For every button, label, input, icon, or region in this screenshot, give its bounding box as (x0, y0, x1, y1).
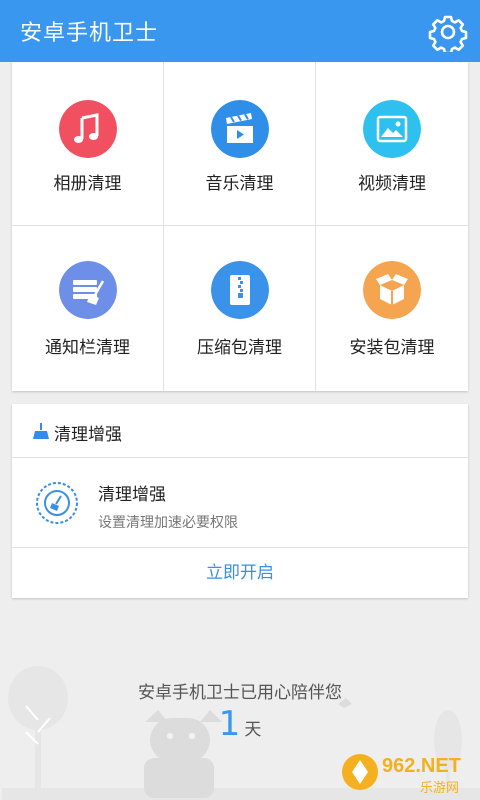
settings-gear-icon[interactable] (428, 12, 468, 52)
grid-item-video-clean[interactable]: 视频清理 (316, 62, 468, 226)
days-counter: 1天 (0, 704, 480, 744)
zip-file-icon (211, 261, 269, 319)
app-title: 安卓手机卫士 (20, 21, 159, 46)
shutter-broom-icon (36, 482, 78, 524)
enhance-item-desc: 设置清理加速必要权限 (98, 515, 238, 531)
enable-now-button[interactable]: 立即开启 (12, 548, 468, 598)
grid-item-zip-clean[interactable]: 压缩包清理 (164, 226, 316, 391)
grid-item-label: 视频清理 (358, 174, 426, 194)
companion-text: 安卓手机卫士已用心陪伴您 (138, 683, 342, 703)
days-unit: 天 (244, 720, 262, 740)
grid-item-album-clean[interactable]: 相册清理 (12, 62, 164, 226)
grid-item-apk-clean[interactable]: 安装包清理 (316, 226, 468, 391)
clapperboard-icon (211, 100, 269, 158)
enhance-card: 清理增强 清理增强 设置清理加速必要权限 立即开启 (12, 404, 468, 598)
watermark-logo: 962.NET 乐游网 (342, 754, 461, 796)
grid-item-label: 音乐清理 (205, 174, 274, 194)
clean-grid: 相册清理 音乐清理 视频清理 通知栏清理 压缩包清理 安装包清理 (12, 62, 468, 391)
notification-broom-icon (59, 261, 117, 319)
watermark-text: 962.NET (382, 755, 461, 777)
grid-item-label: 通知栏清理 (45, 338, 130, 358)
enhance-card-title: 清理增强 (54, 425, 122, 445)
grid-item-music-clean[interactable]: 音乐清理 (164, 62, 316, 226)
music-note-icon (59, 100, 117, 158)
image-icon (363, 100, 421, 158)
watermark-subtext: 乐游网 (420, 781, 459, 796)
days-count: 1 (218, 704, 241, 744)
broom-icon (33, 423, 49, 439)
grid-item-label: 相册清理 (53, 174, 122, 194)
grid-item-label: 安装包清理 (349, 338, 435, 358)
enhance-item-title: 清理增强 (98, 485, 166, 505)
enhance-card-header: 清理增强 (12, 404, 468, 458)
grid-item-notification-clean[interactable]: 通知栏清理 (12, 226, 164, 391)
app-bar: 安卓手机卫士 (0, 0, 480, 62)
enhance-item[interactable]: 清理增强 设置清理加速必要权限 (12, 458, 468, 548)
package-box-icon (363, 261, 421, 319)
grid-item-label: 压缩包清理 (197, 338, 282, 358)
